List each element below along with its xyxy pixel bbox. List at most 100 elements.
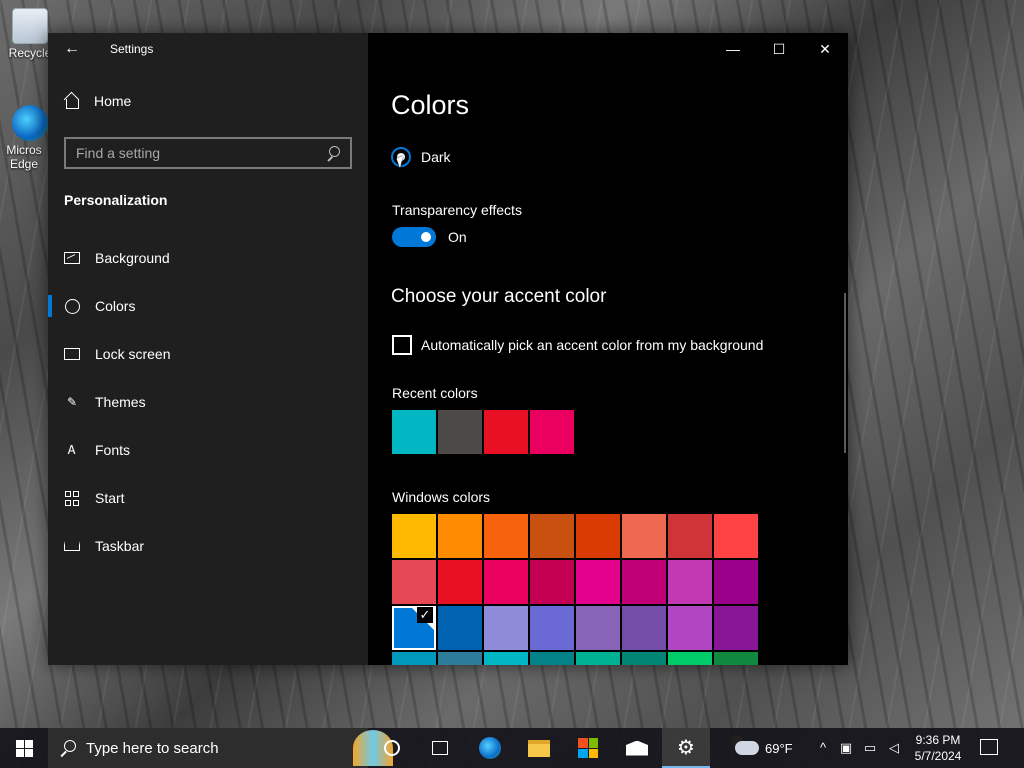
color-swatch[interactable] [668,606,712,650]
store-button[interactable] [564,728,612,768]
search-icon [60,740,76,756]
sidebar-item-label: Colors [95,298,136,314]
recycle-bin-icon [12,8,48,44]
color-swatch[interactable] [484,652,528,665]
color-swatch[interactable] [438,410,482,454]
color-swatch[interactable] [576,652,620,665]
chevron-up-icon[interactable]: ^ [815,740,831,756]
color-swatch[interactable] [576,606,620,650]
task-view-button[interactable] [416,728,464,768]
color-swatch[interactable] [576,560,620,604]
color-swatch[interactable] [530,606,574,650]
weather-temperature: 69°F [765,740,793,756]
color-swatch[interactable] [576,514,620,558]
settings-taskbar-button[interactable]: ⚙ [662,728,710,768]
windows-colors-grid [392,514,758,665]
color-swatch[interactable] [392,560,436,604]
color-swatch[interactable] [622,514,666,558]
color-swatch[interactable] [392,514,436,558]
dark-mode-label: Dark [421,149,451,165]
auto-pick-checkbox[interactable] [392,335,412,355]
home-label: Home [94,93,132,109]
taskbar: Type here to search ⚙ 69°F ^ ▣ ▭ ◁ 9:36 … [0,728,1024,768]
volume-muted-icon[interactable]: ◁ [886,740,902,756]
sidebar-item-taskbar[interactable]: Taskbar [48,522,368,570]
taskbar-search-text: Type here to search [86,739,219,757]
sidebar-item-lock-screen[interactable]: Lock screen [48,330,368,378]
image-icon [64,250,80,266]
color-swatch[interactable] [530,652,574,665]
taskbar-search-box[interactable]: Type here to search [48,728,393,768]
home-icon [64,93,80,109]
clock[interactable]: 9:36 PM 5/7/2024 [906,732,970,764]
home-nav[interactable]: Home [64,93,131,109]
fonts-icon: Ꭺ [67,442,77,457]
color-swatch[interactable] [668,514,712,558]
sidebar-item-themes[interactable]: ✎ Themes [48,378,368,426]
folder-icon [528,739,550,757]
sidebar-item-fonts[interactable]: Ꭺ Fonts [48,426,368,474]
desktop-icon-label: Micros Edge [6,143,42,171]
meet-now-icon[interactable]: ▣ [838,740,854,756]
sidebar-item-background[interactable]: Background [48,234,368,282]
transparency-label: Transparency effects [392,202,522,218]
mail-button[interactable] [613,728,661,768]
notification-icon[interactable] [980,739,998,755]
file-explorer-button[interactable] [515,728,563,768]
color-swatch[interactable] [484,410,528,454]
settings-search-box[interactable] [64,137,352,169]
edge-taskbar-button[interactable] [466,728,514,768]
color-swatch[interactable] [668,652,712,665]
sidebar-item-start[interactable]: Start [48,474,368,522]
clock-time: 9:36 PM [915,733,961,747]
color-swatch[interactable] [392,606,436,650]
color-swatch[interactable] [438,606,482,650]
start-button[interactable] [0,728,48,768]
color-swatch[interactable] [438,560,482,604]
color-swatch[interactable] [484,514,528,558]
back-arrow-icon[interactable]: ← [62,39,82,59]
color-swatch[interactable] [530,514,574,558]
gear-icon: ⚙ [677,736,695,759]
color-swatch[interactable] [484,606,528,650]
auto-pick-option[interactable]: Automatically pick an accent color from … [392,335,763,355]
taskbar-icon [64,538,80,554]
section-title: Personalization [64,192,168,208]
color-swatch[interactable] [622,560,666,604]
color-swatch[interactable] [622,606,666,650]
weather-cloud-icon [731,735,759,755]
accent-heading: Choose your accent color [391,286,607,307]
color-swatch[interactable] [438,652,482,665]
color-swatch[interactable] [714,652,758,665]
sidebar-item-label: Background [95,250,170,266]
color-swatch[interactable] [530,560,574,604]
color-swatch[interactable] [484,560,528,604]
sidebar-item-label: Themes [95,394,146,410]
transparency-toggle[interactable] [392,227,436,247]
network-icon[interactable]: ▭ [862,740,878,756]
settings-search-input[interactable] [76,145,326,161]
sidebar-item-colors[interactable]: Colors [48,282,368,330]
windows-logo-icon [15,739,33,757]
store-icon [578,738,598,758]
cortana-button[interactable] [368,728,416,768]
transparency-toggle-row: On [392,227,467,247]
search-icon[interactable] [326,146,340,160]
sidebar-item-label: Taskbar [95,538,145,554]
color-swatch[interactable] [530,410,574,454]
color-swatch[interactable] [392,410,436,454]
scrollbar[interactable] [844,293,846,453]
task-view-icon [432,741,448,755]
color-swatch[interactable] [392,652,436,665]
color-swatch[interactable] [622,652,666,665]
color-swatch[interactable] [438,514,482,558]
weather-widget[interactable]: 69°F [731,728,793,768]
edge-icon [12,105,48,141]
color-swatch[interactable] [714,560,758,604]
color-swatch[interactable] [668,560,712,604]
cortana-icon [384,740,400,756]
color-swatch[interactable] [714,514,758,558]
themes-icon: ✎ [66,395,78,409]
color-swatch[interactable] [714,606,758,650]
auto-pick-label: Automatically pick an accent color from … [421,337,764,353]
